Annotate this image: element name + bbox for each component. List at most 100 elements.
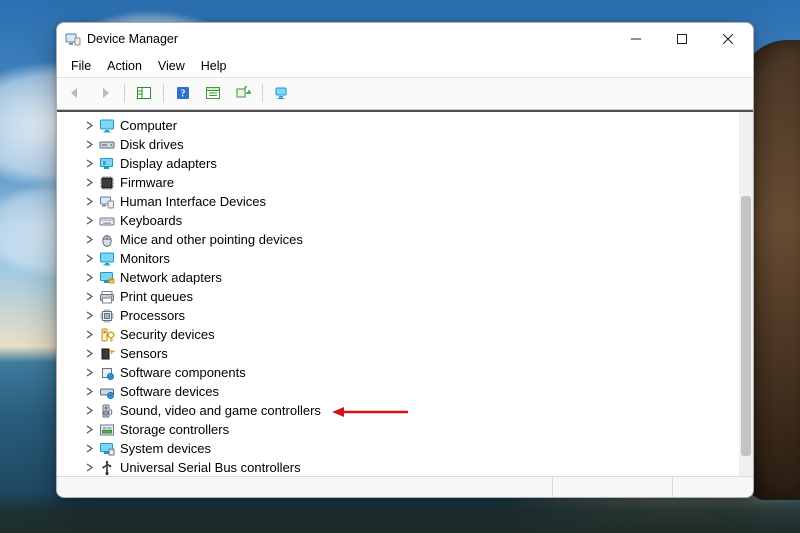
scan-for-hardware-changes-button[interactable] xyxy=(229,81,257,105)
tree-node[interactable]: Display adapters xyxy=(57,154,739,173)
chevron-right-icon[interactable] xyxy=(83,344,96,363)
chevron-right-icon[interactable] xyxy=(83,420,96,439)
tree-node[interactable]: Sensors xyxy=(57,344,739,363)
tree-node-label: Security devices xyxy=(118,327,215,342)
tree-node[interactable]: Processors xyxy=(57,306,739,325)
disk-drive-icon xyxy=(99,137,115,153)
show-hide-console-tree-button[interactable] xyxy=(130,81,158,105)
tree-node-label: Keyboards xyxy=(118,213,182,228)
tree-node[interactable]: Mice and other pointing devices xyxy=(57,230,739,249)
toolbar-sep xyxy=(163,84,164,102)
tree-node[interactable]: Storage controllers xyxy=(57,420,739,439)
tree-node-label: Disk drives xyxy=(118,137,184,152)
minimize-button[interactable] xyxy=(613,24,659,54)
tree-node[interactable]: Security devices xyxy=(57,325,739,344)
chevron-right-icon[interactable] xyxy=(83,363,96,382)
vertical-scrollbar[interactable] xyxy=(739,112,753,476)
hid-icon xyxy=(99,194,115,210)
device-manager-app-icon xyxy=(65,31,81,47)
security-key-icon xyxy=(99,327,115,343)
tree-node-label: Sound, video and game controllers xyxy=(118,403,321,418)
toolbar-sep xyxy=(262,84,263,102)
chevron-right-icon[interactable] xyxy=(83,287,96,306)
tree-node-label: Human Interface Devices xyxy=(118,194,266,209)
tree-node[interactable]: Human Interface Devices xyxy=(57,192,739,211)
menu-file[interactable]: File xyxy=(63,57,99,75)
chevron-right-icon[interactable] xyxy=(83,230,96,249)
properties-button[interactable] xyxy=(199,81,227,105)
mouse-icon xyxy=(99,232,115,248)
tree-node-label: Storage controllers xyxy=(118,422,229,437)
chevron-right-icon[interactable] xyxy=(83,382,96,401)
close-button[interactable] xyxy=(705,24,751,54)
usb-icon xyxy=(99,460,115,476)
chevron-right-icon[interactable] xyxy=(83,268,96,287)
scrollbar-thumb[interactable] xyxy=(741,196,751,456)
chevron-right-icon[interactable] xyxy=(83,249,96,268)
storage-controller-icon xyxy=(99,422,115,438)
toolbar: ? xyxy=(57,77,753,110)
chevron-right-icon[interactable] xyxy=(83,135,96,154)
tree-node[interactable]: Keyboards xyxy=(57,211,739,230)
chevron-right-icon[interactable] xyxy=(83,173,96,192)
speaker-icon xyxy=(99,403,115,419)
tree-node-label: Print queues xyxy=(118,289,193,304)
tree-node-label: Computer xyxy=(118,118,177,133)
device-manager-window: Device Manager File Action View Help xyxy=(56,22,754,498)
maximize-button[interactable] xyxy=(659,24,705,54)
view-devices-by-button[interactable] xyxy=(268,81,296,105)
tree-node[interactable]: Disk drives xyxy=(57,135,739,154)
forward-button[interactable] xyxy=(91,81,119,105)
firmware-chip-icon xyxy=(99,175,115,191)
svg-text:?: ? xyxy=(181,89,186,100)
toolbar-sep xyxy=(124,84,125,102)
chevron-right-icon[interactable] xyxy=(83,458,96,476)
menubar: File Action View Help xyxy=(57,55,753,77)
tree-node-label: Mice and other pointing devices xyxy=(118,232,303,247)
tree-node[interactable]: Software components xyxy=(57,363,739,382)
chevron-right-icon[interactable] xyxy=(83,192,96,211)
printer-icon xyxy=(99,289,115,305)
tree-node[interactable]: Monitors xyxy=(57,249,739,268)
titlebar[interactable]: Device Manager xyxy=(57,23,753,55)
monitor-icon xyxy=(99,118,115,134)
chevron-right-icon[interactable] xyxy=(83,439,96,458)
tree-node-label: Monitors xyxy=(118,251,170,266)
chevron-right-icon[interactable] xyxy=(83,401,96,420)
tree-node[interactable]: Sound, video and game controllers xyxy=(57,401,739,420)
menu-action[interactable]: Action xyxy=(99,57,150,75)
chevron-right-icon[interactable] xyxy=(83,116,96,135)
toolbar-bottom-border xyxy=(57,110,753,112)
back-button[interactable] xyxy=(61,81,89,105)
tree-node-label: Firmware xyxy=(118,175,174,190)
processor-icon xyxy=(99,308,115,324)
tree-node[interactable]: Network adapters xyxy=(57,268,739,287)
tree-node[interactable]: Firmware xyxy=(57,173,739,192)
chevron-right-icon[interactable] xyxy=(83,325,96,344)
network-adapter-icon xyxy=(99,270,115,286)
tree-node-label: Network adapters xyxy=(118,270,222,285)
tree-node-label: Universal Serial Bus controllers xyxy=(118,460,301,475)
display-adapter-icon xyxy=(99,156,115,172)
tree-node[interactable]: Computer xyxy=(57,116,739,135)
help-button[interactable]: ? xyxy=(169,81,197,105)
content-area: Computer Disk drives Display adapters Firmw… xyxy=(57,112,753,476)
device-tree[interactable]: Computer Disk drives Display adapters Firmw… xyxy=(57,112,739,476)
chevron-right-icon[interactable] xyxy=(83,154,96,173)
sensor-icon xyxy=(99,346,115,362)
menu-help[interactable]: Help xyxy=(193,57,235,75)
chevron-right-icon[interactable] xyxy=(83,211,96,230)
tree-node-label: Display adapters xyxy=(118,156,217,171)
software-device-icon xyxy=(99,384,115,400)
tree-node[interactable]: Print queues xyxy=(57,287,739,306)
keyboard-icon xyxy=(99,213,115,229)
chevron-right-icon[interactable] xyxy=(83,306,96,325)
tree-node-label: Software devices xyxy=(118,384,219,399)
window-title: Device Manager xyxy=(87,32,178,46)
tree-node-label: Sensors xyxy=(118,346,168,361)
tree-node[interactable]: Software devices xyxy=(57,382,739,401)
tree-node[interactable]: Universal Serial Bus controllers xyxy=(57,458,739,476)
menu-view[interactable]: View xyxy=(150,57,193,75)
software-component-icon xyxy=(99,365,115,381)
tree-node[interactable]: System devices xyxy=(57,439,739,458)
